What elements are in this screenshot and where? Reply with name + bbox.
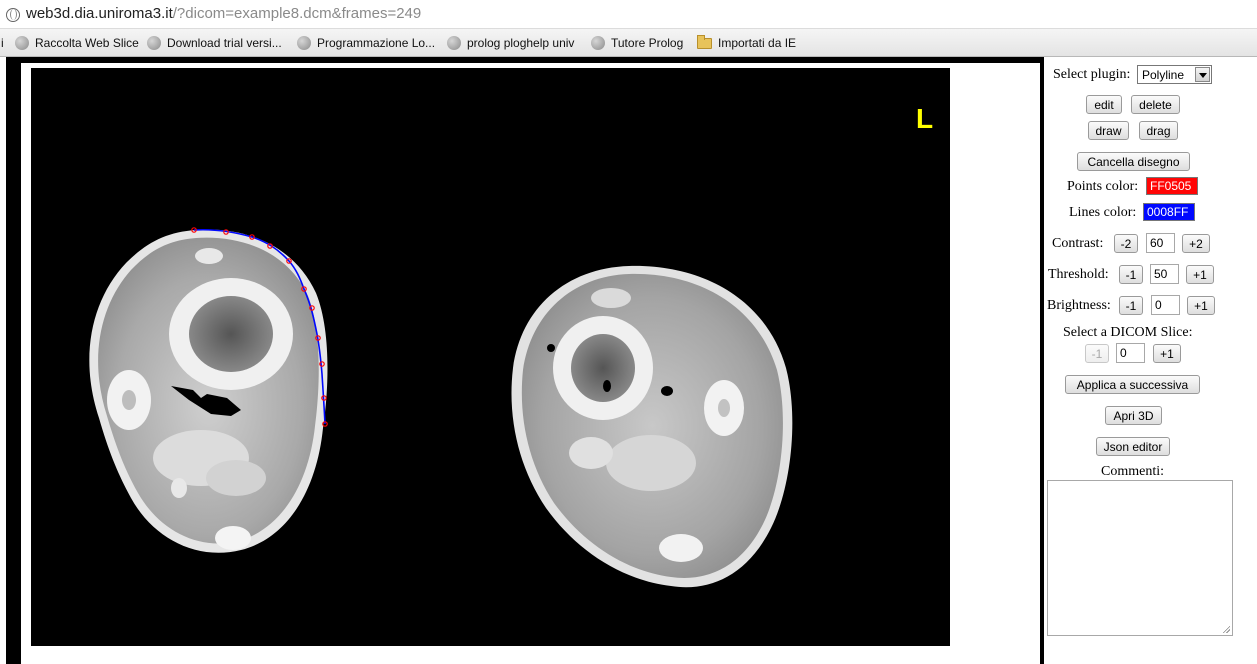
bookmark-item[interactable]: Raccolta Web Slice xyxy=(15,35,139,51)
delete-button[interactable]: delete xyxy=(1131,95,1180,114)
brightness-input[interactable]: 0 xyxy=(1151,295,1180,315)
slice-increase-button[interactable]: +1 xyxy=(1153,344,1181,363)
lines-color-label: Lines color: xyxy=(1069,205,1137,220)
globe-icon xyxy=(15,36,29,50)
url-host: web3d.dia.uniroma3.it xyxy=(26,5,173,22)
clear-drawing-button[interactable]: Cancella disegno xyxy=(1077,152,1190,171)
open-3d-button[interactable]: Apri 3D xyxy=(1105,406,1162,425)
bookmark-item[interactable]: i xyxy=(1,35,4,51)
bookmark-item[interactable]: Tutore Prolog xyxy=(591,35,683,51)
comments-label: Commenti: xyxy=(1101,464,1164,479)
resize-grip-icon[interactable] xyxy=(1222,625,1230,633)
globe-icon xyxy=(297,36,311,50)
contrast-decrease-button[interactable]: -2 xyxy=(1114,234,1138,253)
url-text[interactable]: web3d.dia.uniroma3.it/?dicom=example8.dc… xyxy=(26,5,421,22)
edit-button[interactable]: edit xyxy=(1086,95,1122,114)
bookmark-label: i xyxy=(1,36,4,50)
address-bar[interactable]: web3d.dia.uniroma3.it/?dicom=example8.dc… xyxy=(0,0,1257,29)
bookmarks-bar: i Raccolta Web Slice Download trial vers… xyxy=(0,29,1257,57)
ct-slice-image: L xyxy=(89,103,933,588)
threshold-decrease-button[interactable]: -1 xyxy=(1119,265,1143,284)
slice-decrease-button[interactable]: -1 xyxy=(1085,344,1109,363)
tools-panel: Select plugin: Polyline edit delete draw… xyxy=(1044,57,1257,664)
slice-input[interactable]: 0 xyxy=(1116,343,1145,363)
dicom-canvas[interactable]: L xyxy=(31,68,950,646)
bookmark-label: prolog ploghelp univ xyxy=(467,36,575,50)
slice-label: Select a DICOM Slice: xyxy=(1063,325,1193,340)
bookmark-item[interactable]: Importati da IE xyxy=(697,34,797,51)
left-leg-section xyxy=(89,229,328,553)
bookmark-label: Programmazione Lo... xyxy=(317,36,436,50)
bookmark-label: Raccolta Web Slice xyxy=(35,36,139,50)
contrast-increase-button[interactable]: +2 xyxy=(1182,234,1210,253)
points-color-label: Points color: xyxy=(1067,179,1139,194)
plugin-select[interactable]: Polyline xyxy=(1137,65,1212,84)
draw-button[interactable]: draw xyxy=(1088,121,1129,140)
json-editor-button[interactable]: Json editor xyxy=(1096,437,1170,456)
page-content: L Select plugin: Polyline edit delete dr… xyxy=(0,57,1257,664)
bookmark-item[interactable]: Programmazione Lo... xyxy=(297,35,435,51)
points-color-field[interactable]: FF0505 xyxy=(1146,177,1198,195)
globe-icon xyxy=(591,36,605,50)
brightness-label: Brightness: xyxy=(1047,298,1111,313)
folder-icon xyxy=(697,34,712,49)
bookmark-item[interactable]: Download trial versi... xyxy=(147,35,282,51)
globe-icon xyxy=(447,36,461,50)
comments-textarea[interactable] xyxy=(1047,480,1233,636)
orientation-marker: L xyxy=(916,103,933,134)
chevron-down-icon[interactable] xyxy=(1195,67,1210,82)
viewer-frame: L xyxy=(6,57,1044,664)
plugin-select-value: Polyline xyxy=(1142,67,1185,82)
brightness-decrease-button[interactable]: -1 xyxy=(1119,296,1143,315)
lines-color-field[interactable]: 0008FF xyxy=(1143,203,1195,221)
viewer-area: L xyxy=(21,63,1040,664)
globe-icon xyxy=(147,36,161,50)
threshold-input[interactable]: 50 xyxy=(1150,264,1179,284)
globe-icon xyxy=(6,8,20,22)
brightness-increase-button[interactable]: +1 xyxy=(1187,296,1215,315)
contrast-input[interactable]: 60 xyxy=(1146,233,1175,253)
contrast-label: Contrast: xyxy=(1052,236,1104,251)
right-leg-section xyxy=(511,265,793,588)
threshold-increase-button[interactable]: +1 xyxy=(1186,265,1214,284)
bookmark-label: Download trial versi... xyxy=(167,36,282,50)
bookmark-label: Importati da IE xyxy=(718,36,797,50)
select-plugin-label: Select plugin: xyxy=(1053,67,1131,82)
url-path: /?dicom=example8.dcm&frames=249 xyxy=(172,5,422,22)
apply-next-button[interactable]: Applica a successiva xyxy=(1065,375,1200,394)
bookmark-item[interactable]: prolog ploghelp univ xyxy=(447,35,574,51)
drag-button[interactable]: drag xyxy=(1139,121,1178,140)
bookmark-label: Tutore Prolog xyxy=(611,36,684,50)
threshold-label: Threshold: xyxy=(1048,267,1109,282)
